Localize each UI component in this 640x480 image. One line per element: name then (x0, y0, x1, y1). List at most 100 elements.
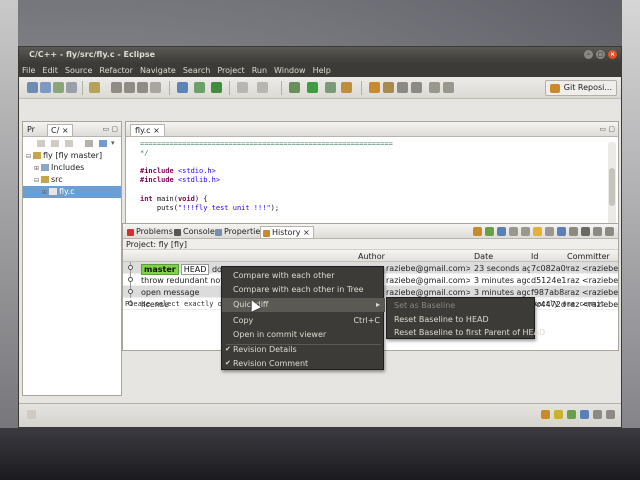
editor-scrollbar-thumb[interactable] (609, 168, 615, 206)
menu-window[interactable]: Window (274, 66, 306, 77)
tab-c-projects[interactable]: C/ × (47, 124, 73, 136)
build-status-icon[interactable] (554, 410, 563, 419)
git-push-icon[interactable] (383, 82, 394, 93)
forward-icon[interactable] (51, 140, 59, 147)
back-icon[interactable] (429, 82, 440, 93)
view-menu-icon[interactable]: ▾ (111, 139, 115, 147)
search-icon[interactable] (237, 82, 248, 93)
show-first-parent-icon[interactable] (521, 227, 530, 236)
tree-node-fly[interactable]: ⊟ fly [fly master] (23, 150, 121, 162)
cut-icon[interactable] (111, 82, 122, 93)
maximize-view-icon[interactable] (605, 227, 614, 236)
filter-icon[interactable] (497, 227, 506, 236)
notifications-icon[interactable] (606, 410, 615, 419)
tree-node-fly-c[interactable]: ⊞ fly.c (23, 186, 121, 198)
column-id[interactable]: Id (531, 252, 538, 261)
new-icon[interactable] (27, 82, 38, 93)
profile-icon[interactable] (325, 82, 336, 93)
menu-source[interactable]: Source (65, 66, 92, 77)
fast-view-icon[interactable] (27, 410, 36, 419)
menu-item-compare-with-each-other[interactable]: Compare with each other (222, 269, 385, 283)
next-annotation-icon[interactable] (397, 82, 408, 93)
run-icon[interactable] (307, 82, 318, 93)
forward-icon[interactable] (443, 82, 454, 93)
tree-node-label: fly [fly master] (43, 151, 103, 160)
menu-item-open-commit-viewer[interactable]: Open in commit viewer (222, 328, 385, 342)
git-status-icon[interactable] (541, 410, 550, 419)
print-icon[interactable] (66, 82, 77, 93)
tasks-icon[interactable] (567, 410, 576, 419)
external-tools-icon[interactable] (341, 82, 352, 93)
refresh-icon[interactable] (533, 227, 542, 236)
new-class-icon[interactable] (177, 82, 188, 93)
menu-item-reset-baseline-head[interactable]: Reset Baseline to HEAD (387, 313, 536, 327)
menu-file[interactable]: File (22, 66, 35, 77)
expand-icon[interactable]: ⊞ (42, 187, 49, 199)
editor-tab-fly-c[interactable]: fly.c × (130, 124, 165, 136)
menu-help[interactable]: Help (313, 66, 331, 77)
delete-icon[interactable] (150, 82, 161, 93)
build-icon[interactable] (89, 82, 100, 93)
window-controls: – □ × (584, 50, 617, 59)
commit-date: 3 minutes ago (474, 276, 530, 285)
up-icon[interactable] (65, 140, 73, 147)
link-with-selection-icon[interactable] (473, 227, 482, 236)
show-all-branches-icon[interactable] (485, 227, 494, 236)
minimize-icon[interactable]: – (584, 50, 593, 59)
menu-item-revision-comment[interactable]: ✔ Revision Comment (222, 357, 385, 370)
open-type-icon[interactable] (257, 82, 268, 93)
save-all-icon[interactable] (53, 82, 64, 93)
column-committer[interactable]: Committer (567, 252, 610, 261)
project-folder-icon (33, 152, 41, 159)
copy-icon[interactable] (124, 82, 135, 93)
column-date[interactable]: Date (474, 252, 493, 261)
maximize-icon[interactable]: □ (596, 50, 605, 59)
collapse-all-icon[interactable] (85, 140, 93, 147)
column-author[interactable]: Author (358, 252, 385, 261)
tree-node-src[interactable]: ⊟ src (23, 174, 121, 186)
bookmarks-icon[interactable] (593, 410, 602, 419)
paste-icon[interactable] (137, 82, 148, 93)
tab-history[interactable]: History × (260, 226, 314, 238)
menu-refactor[interactable]: Refactor (99, 66, 133, 77)
tab-project-explorer[interactable]: Pr (24, 124, 38, 136)
desktop-right-edge (622, 0, 640, 480)
view-minimize-maximize-icon[interactable]: ▭ ▢ (103, 125, 118, 133)
menu-item-compare-in-tree[interactable]: Compare with each other in Tree (222, 283, 385, 297)
view-minimize-maximize-icon[interactable]: ▭ ▢ (600, 125, 615, 133)
menu-item-copy[interactable]: Copy Ctrl+C (222, 314, 385, 328)
close-icon[interactable]: × (608, 50, 617, 59)
new-folder-icon[interactable] (194, 82, 205, 93)
menu-item-revision-details[interactable]: ✔ Revision Details (222, 343, 385, 357)
git-pull-icon[interactable] (369, 82, 380, 93)
tab-label: Properties (224, 227, 265, 236)
menu-item-quickdiff[interactable]: Quickdiff ▸ (222, 298, 385, 312)
tree-node-includes[interactable]: ⊞ Includes (23, 162, 121, 174)
view-menu-icon[interactable] (581, 227, 590, 236)
menu-search[interactable]: Search (183, 66, 210, 77)
tab-problems[interactable]: Problems (125, 226, 176, 238)
tab-console[interactable]: Console (172, 226, 218, 238)
menu-run[interactable]: Run (252, 66, 267, 77)
outline-icon[interactable] (580, 410, 589, 419)
compare-mode-icon[interactable] (509, 227, 518, 236)
menu-navigate[interactable]: Navigate (140, 66, 176, 77)
save-icon[interactable] (40, 82, 51, 93)
previous-annotation-icon[interactable] (411, 82, 422, 93)
menu-item-set-as-baseline[interactable]: Set as Baseline (387, 299, 536, 313)
menu-edit[interactable]: Edit (42, 66, 58, 77)
link-editor-icon[interactable] (99, 140, 107, 147)
quickdiff-submenu: Set as Baseline Reset Baseline to HEAD R… (386, 297, 545, 340)
push-icon[interactable] (557, 227, 566, 236)
menu-project[interactable]: Project (217, 66, 244, 77)
debug-icon[interactable] (289, 82, 300, 93)
menu-item-reset-baseline-first-parent[interactable]: Reset Baseline to first Parent of HEAD (387, 326, 545, 340)
pin-icon[interactable] (545, 227, 554, 236)
minimize-view-icon[interactable] (593, 227, 602, 236)
code-area[interactable]: ========================================… (140, 140, 393, 213)
window-titlebar[interactable]: C/C++ - fly/src/fly.c - Eclipse – □ × (19, 47, 621, 63)
collapse-icon[interactable] (569, 227, 578, 236)
git-repositories-perspective-button[interactable]: Git Reposi... (544, 80, 617, 96)
refresh-icon[interactable] (211, 82, 222, 93)
back-icon[interactable] (37, 140, 45, 147)
